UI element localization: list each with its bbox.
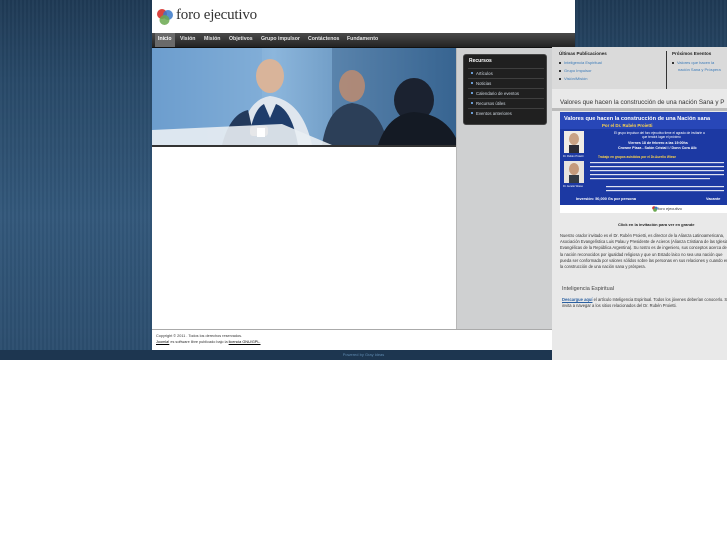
joomla-text: es software libre publicado bajo la	[170, 339, 228, 344]
bullet-icon	[471, 112, 473, 114]
main-nav: Inicio Visión Misión Objetivos Grupo imp…	[152, 33, 575, 48]
click-note: Click en la invitación para ver en grand…	[618, 222, 695, 227]
hero-image	[152, 48, 456, 145]
bullet-icon	[471, 102, 473, 104]
flyer-person2: Dr. Aurelio Wiese	[563, 184, 583, 188]
site-container: foro ejecutivo Inicio Visión Misión Obje…	[152, 0, 576, 350]
license-link[interactable]: licencia GNU/GPL.	[229, 340, 261, 344]
flyer-place: Crowne Plaza - Salón Cristal I / Donn Co…	[618, 146, 697, 150]
headline-underline	[552, 108, 727, 111]
nav-mision[interactable]: Misión	[204, 33, 220, 47]
menu-item-articulos[interactable]: Artículos	[468, 68, 544, 78]
flyer-person1: Dr. Rubén Proietti	[563, 154, 584, 158]
header: foro ejecutivo	[152, 0, 575, 33]
news-item-3[interactable]: Visión/Misión	[559, 76, 588, 81]
flyer-intro2: que tendrá lugar el próximo	[642, 135, 681, 139]
bullet-icon	[672, 62, 674, 64]
flyer-logo-strip: foro ejecutivo	[560, 205, 727, 213]
article-headline[interactable]: Valores que hacen la construcción de una…	[560, 99, 724, 106]
nav-grupo-impulsor[interactable]: Grupo impulsor	[261, 33, 300, 47]
bullet-icon	[559, 70, 561, 72]
section-title: Inteligencia Espiritual	[562, 286, 614, 292]
events-title: Próximos Eventos	[672, 51, 712, 56]
bullet-icon	[471, 82, 473, 84]
nav-vision[interactable]: Visión	[180, 33, 195, 47]
flyer-work: Trabajo en grupos asistidos por el Dr.Au…	[598, 155, 676, 159]
menu-item-noticias[interactable]: Noticias	[468, 78, 544, 88]
overflow-content-panel: Últimas Publicaciones Inteligencia Espir…	[552, 47, 727, 360]
invitation-flyer[interactable]: Valores que hacen la construcción de una…	[560, 112, 727, 213]
recursos-title: Recursos	[469, 58, 492, 64]
bullet-icon	[559, 62, 561, 64]
event-item-1-cont[interactable]: nación Sana y Próspera	[678, 67, 721, 72]
powered-by[interactable]: Powered by Gray ideas	[152, 352, 575, 357]
column-divider	[666, 51, 667, 89]
menu-item-recursos-utiles[interactable]: Recursos útiles	[468, 98, 544, 108]
event-item-1[interactable]: Valores que hacen la	[672, 60, 714, 65]
flyer-title: Valores que hacen la construcción de una…	[564, 116, 711, 122]
nav-inicio[interactable]: Inicio	[155, 33, 175, 47]
logo-text[interactable]: foro ejecutivo	[176, 7, 257, 24]
download-paragraph: Descargue aquí el artículo Inteligencia …	[562, 297, 727, 309]
flyer-logo-text: foro ejecutivo	[658, 206, 682, 211]
joomla-link[interactable]: Joomla!	[156, 340, 169, 344]
nav-objetivos[interactable]: Objetivos	[229, 33, 253, 47]
bullet-icon	[471, 72, 473, 74]
download-link[interactable]: Descargue aquí	[562, 297, 593, 302]
hero-underline	[152, 145, 456, 147]
nav-contactenos[interactable]: Contáctenos	[308, 33, 339, 47]
bullet-icon	[471, 92, 473, 94]
news-item-2[interactable]: Grupo Impulsor	[559, 68, 592, 73]
bullet-icon	[559, 78, 561, 80]
flyer-date: Viernes 18 de febrero a las 19:00hs	[628, 141, 688, 145]
flyer-vacante: Vacante	[706, 197, 720, 201]
menu-item-eventos-anteriores[interactable]: Eventos anteriores	[468, 108, 544, 118]
intro-paragraph: Nuestro orador invitado es el Dr. Rubén …	[560, 233, 727, 270]
footer-copyright: Copyright © 2011 . Todos los derechos re…	[156, 334, 261, 345]
flyer-price: Inversión: 50,000 Gs por persona	[576, 197, 637, 201]
menu-item-calendario[interactable]: Calendario de eventos	[468, 88, 544, 98]
news-item-1[interactable]: Inteligencia Espiritual	[559, 60, 602, 65]
logo-icon[interactable]	[156, 8, 174, 26]
nav-fundamento[interactable]: Fundamento	[347, 33, 378, 47]
flyer-subtitle: Por el Dr. Rubén Proietti	[602, 123, 653, 128]
footer-divider	[152, 329, 575, 330]
news-title: Últimas Publicaciones	[559, 51, 607, 56]
recursos-menu: Recursos Artículos Noticias Calendario d…	[463, 54, 547, 125]
